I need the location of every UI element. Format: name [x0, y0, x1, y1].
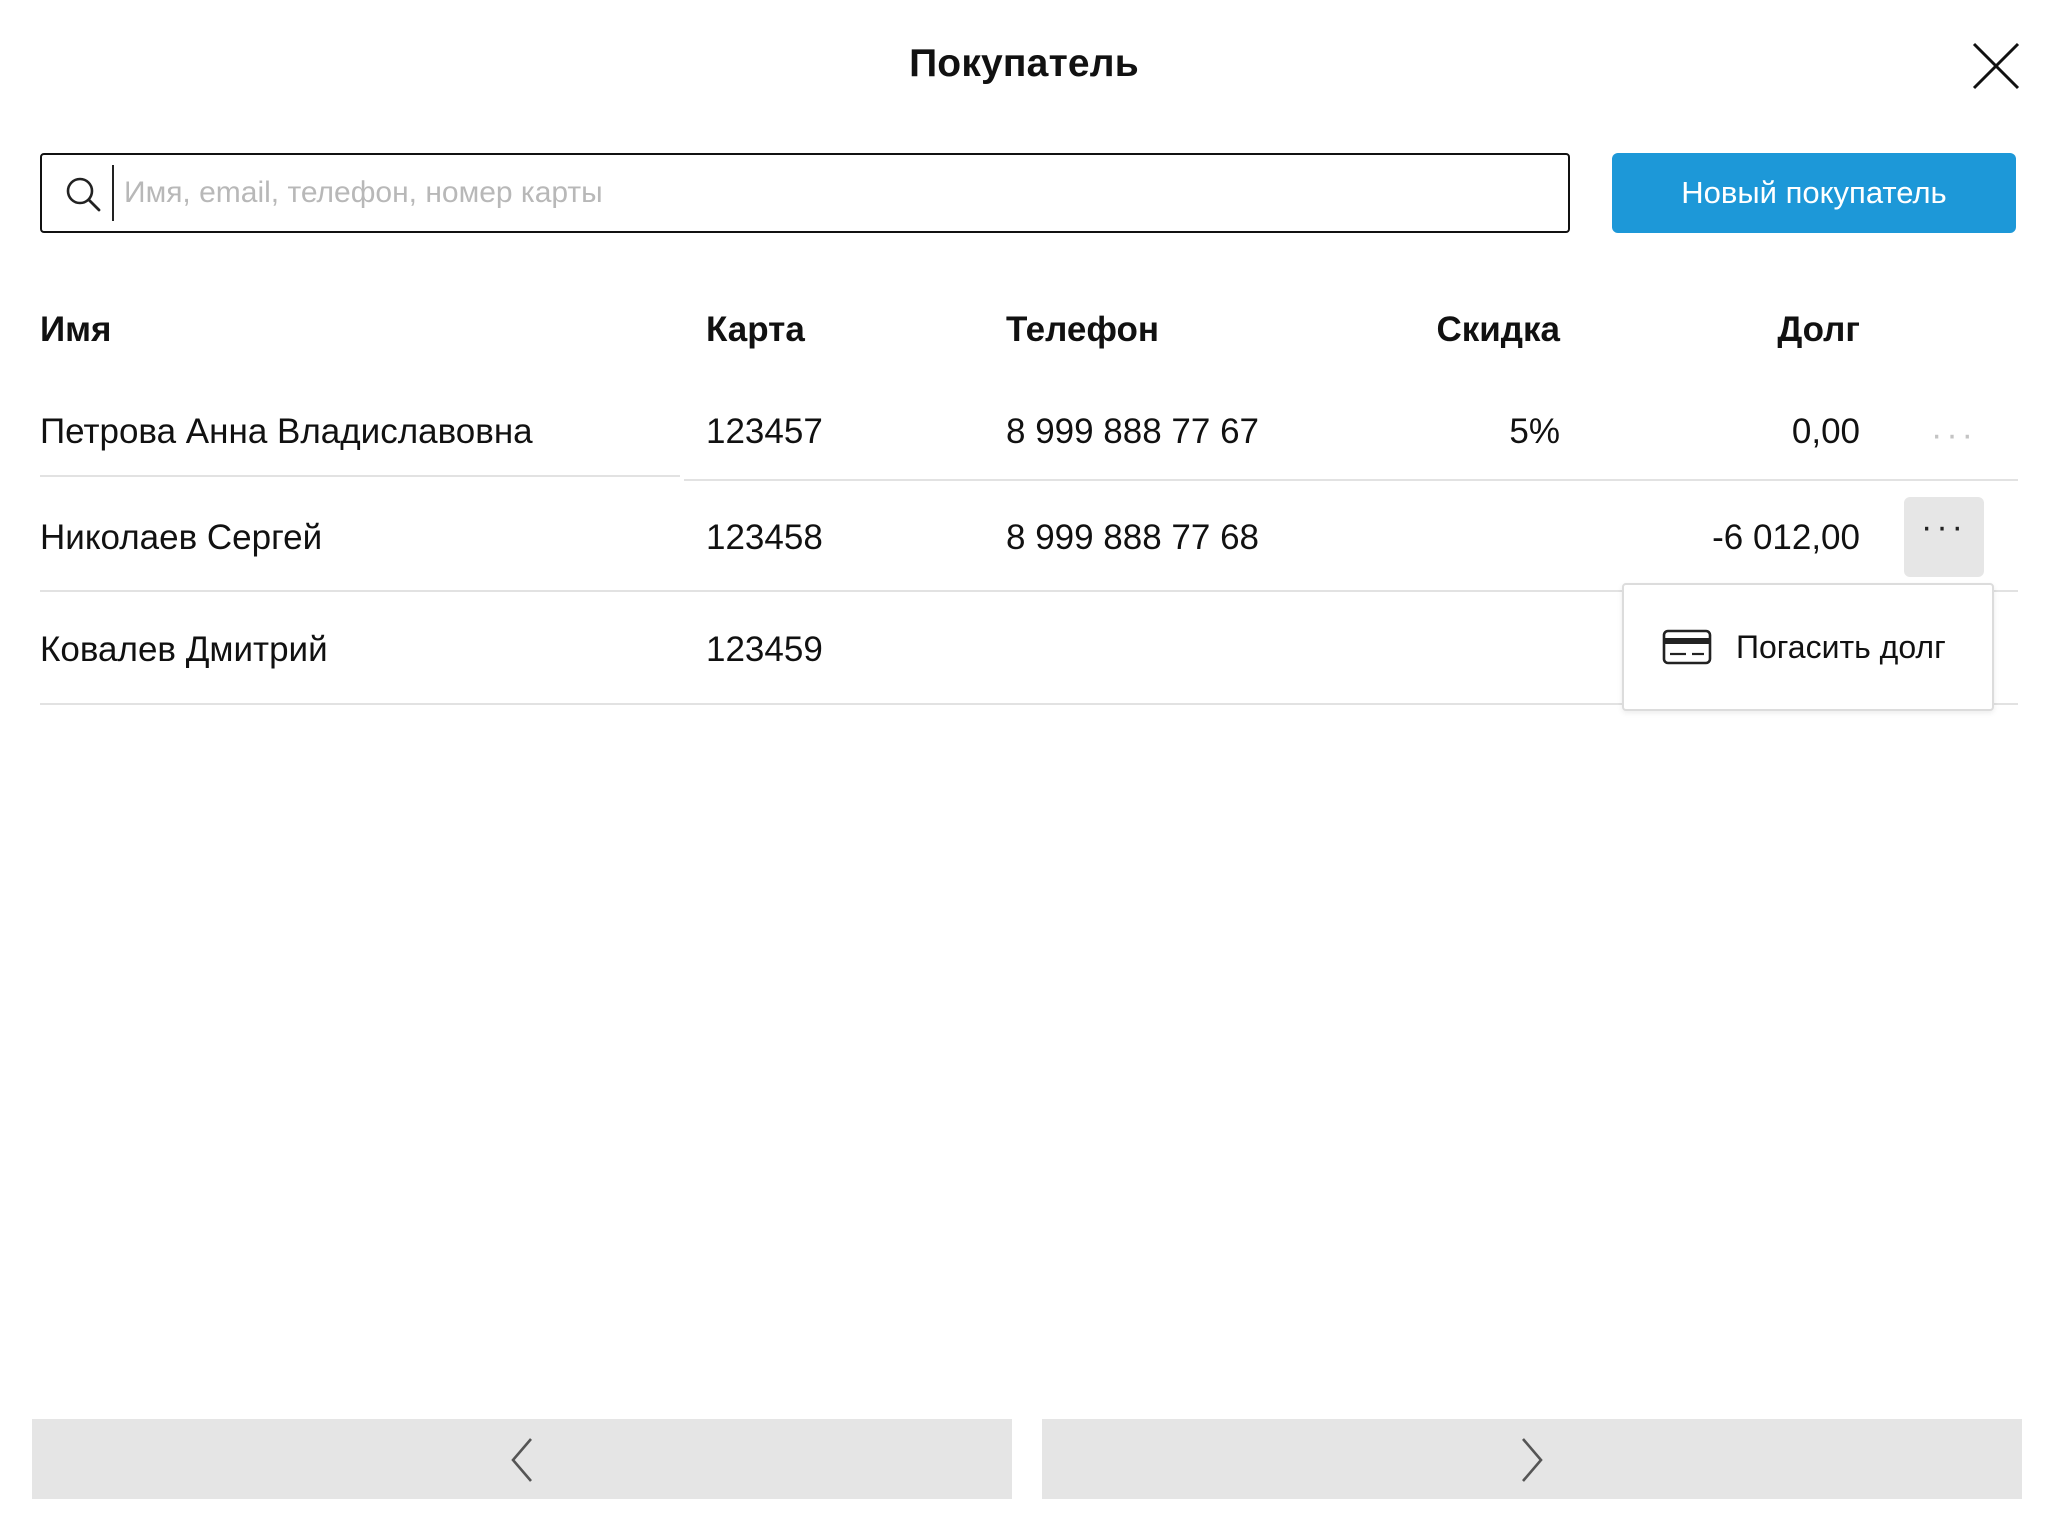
column-header-name: Имя [40, 310, 112, 349]
column-header-debt: Долг [1777, 310, 1860, 349]
row-discount: 5% [1509, 412, 1560, 451]
search-box [40, 153, 1570, 233]
new-customer-button[interactable]: Новый покупатель [1612, 153, 2016, 233]
pay-debt-label: Погасить долг [1736, 629, 1946, 665]
row-name: Ковалев Дмитрий [40, 630, 328, 669]
row-name: Николаев Сергей [40, 518, 323, 557]
row-phone: 8 999 888 77 68 [1006, 518, 1260, 557]
row-card: 123458 [706, 518, 823, 557]
row-name: Петрова Анна Владиславовна [40, 412, 533, 451]
row-debt: -6 012,00 [1712, 518, 1860, 557]
column-header-discount: Скидка [1436, 310, 1560, 349]
column-header-card: Карта [706, 310, 805, 349]
customer-dialog: Покупатель Новый покупатель Имя Карта Те… [0, 0, 2048, 1536]
row-card: 123457 [706, 412, 823, 451]
chevron-right-icon [1522, 1438, 1543, 1482]
page-title: Покупатель [909, 42, 1139, 85]
next-page-button[interactable] [1042, 1419, 2022, 1499]
chevron-left-icon [511, 1438, 532, 1482]
row-more-button[interactable]: ··· [1904, 497, 1984, 577]
row-phone: 8 999 888 77 67 [1006, 412, 1260, 451]
row-divider [684, 479, 2018, 481]
row-more-button[interactable]: ··· [1914, 405, 1994, 485]
search-icon [64, 175, 102, 213]
row-divider [40, 475, 680, 477]
search-input[interactable] [112, 165, 1564, 221]
credit-card-icon [1662, 629, 1712, 665]
prev-page-button[interactable] [32, 1419, 1012, 1499]
row-debt: 0,00 [1791, 412, 1860, 451]
column-header-phone: Телефон [1006, 310, 1160, 349]
close-icon [1972, 42, 2020, 90]
close-button[interactable] [1966, 36, 2026, 96]
pay-debt-menu-item[interactable]: Погасить долг [1622, 583, 1994, 711]
row-card: 123459 [706, 630, 823, 669]
